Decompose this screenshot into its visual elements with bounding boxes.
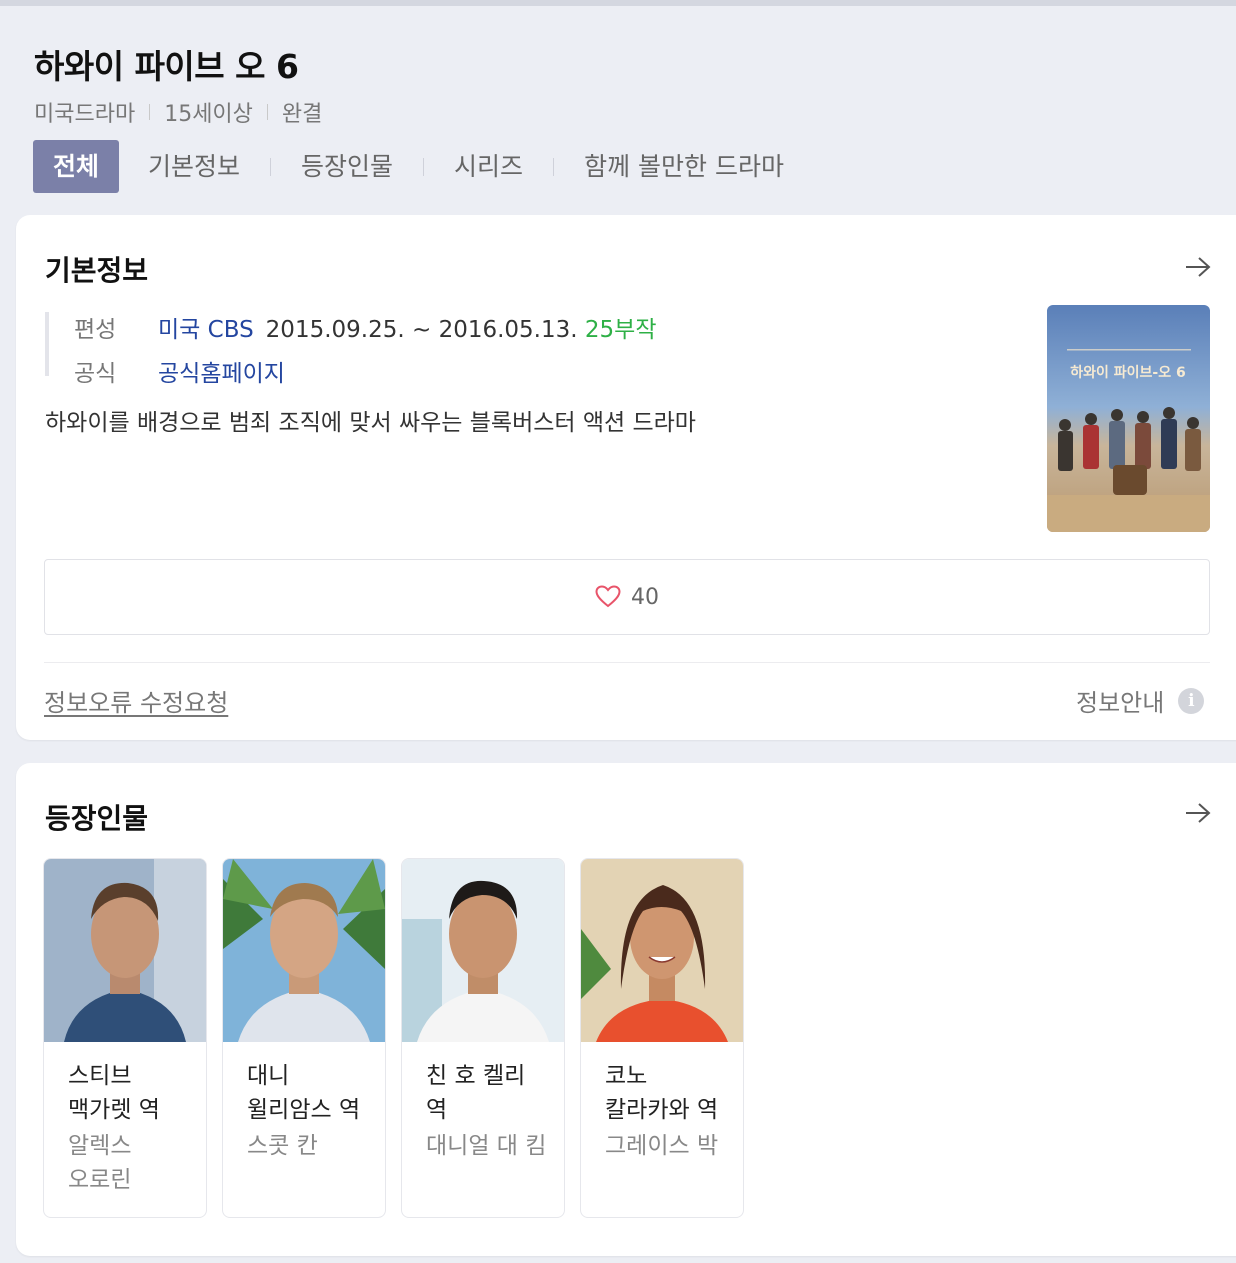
like-button[interactable]: 40 xyxy=(44,559,1210,635)
section-divider xyxy=(44,662,1210,663)
official-homepage-link[interactable]: 공식홈페이지 xyxy=(158,361,285,387)
report-error-link[interactable]: 정보오류 수정요청 xyxy=(44,683,228,718)
official-key: 공식 xyxy=(74,361,117,387)
broadcast-channel-link[interactable]: 미국 CBS xyxy=(158,317,254,343)
basic-info-heading[interactable]: 기본정보 xyxy=(45,249,148,289)
cast-photo xyxy=(223,859,385,1042)
info-accent-bar xyxy=(45,312,49,376)
tab-characters[interactable]: 등장인물 xyxy=(299,140,395,193)
tab-divider xyxy=(270,157,272,176)
top-border xyxy=(0,0,1236,6)
broadcast-dates: 2015.09.25. ~ 2016.05.13. xyxy=(265,317,578,343)
cast-role: 대니 윌리암스 역 xyxy=(247,1063,361,1123)
cast-card[interactable]: 친 호 켈리 역 대니얼 대 킴 xyxy=(401,858,565,1218)
broadcast-key: 편성 xyxy=(74,317,117,343)
basic-info-card: 기본정보 편성 미국 CBS 2015.09.25. ~ 2016.05.13. 2… xyxy=(16,215,1236,740)
info-icon: i xyxy=(1178,687,1205,714)
cast-actor: 대니얼 대 킴 xyxy=(426,1133,547,1159)
like-count: 40 xyxy=(631,584,659,610)
characters-heading[interactable]: 등장인물 xyxy=(45,797,148,837)
meta-divider xyxy=(149,104,151,120)
meta-divider xyxy=(266,104,268,120)
episode-count: 25부작 xyxy=(584,317,657,343)
cast-photo xyxy=(581,859,743,1042)
cast-card[interactable]: 코노 칼라카와 역 그레이스 박 xyxy=(580,858,744,1218)
cast-card[interactable]: 대니 윌리암스 역 스콧 칸 xyxy=(222,858,386,1218)
tab-divider xyxy=(423,157,425,176)
cast-actor: 스콧 칸 xyxy=(247,1133,318,1159)
page-title: 하와이 파이브 오 6 xyxy=(34,47,299,86)
cast-role: 친 호 켈리 역 xyxy=(426,1063,526,1123)
drama-poster[interactable]: 하와이 파이브-오 6 xyxy=(1047,305,1210,532)
drama-description: 하와이를 배경으로 범죄 조직에 맞서 싸우는 블록버스터 액션 드라마 xyxy=(45,410,696,436)
arrow-right-icon[interactable] xyxy=(1183,255,1213,279)
cast-actor: 알렉스 오로린 xyxy=(68,1133,132,1193)
meta-genre: 미국드라마 xyxy=(34,102,136,127)
broadcast-row: 편성 미국 CBS 2015.09.25. ~ 2016.05.13. 25부작 xyxy=(74,310,656,344)
tab-divider xyxy=(553,157,555,176)
cast-role: 스티브 맥가렛 역 xyxy=(68,1063,160,1123)
cast-photo xyxy=(44,859,206,1042)
cast-actor: 그레이스 박 xyxy=(605,1133,719,1159)
tab-series[interactable]: 시리즈 xyxy=(452,140,525,193)
title-meta: 미국드라마 15세이상 완결 xyxy=(34,96,322,128)
tab-related-dramas[interactable]: 함께 볼만한 드라마 xyxy=(582,140,786,193)
cast-role: 코노 칼라카와 역 xyxy=(605,1063,719,1123)
poster-title: 하와이 파이브-오 6 xyxy=(1070,364,1185,381)
official-row: 공식 공식홈페이지 xyxy=(74,354,285,388)
heart-icon xyxy=(595,585,621,608)
cast-card[interactable]: 스티브 맥가렛 역 알렉스 오로린 xyxy=(43,858,207,1218)
cast-photo xyxy=(402,859,564,1042)
info-guide-label: 정보안내 xyxy=(1076,689,1165,717)
arrow-right-icon[interactable] xyxy=(1183,801,1213,825)
meta-rating: 15세이상 xyxy=(164,102,253,127)
tab-all[interactable]: 전체 xyxy=(33,140,120,193)
tab-bar: 전체 기본정보 등장인물 시리즈 함께 볼만한 드라마 xyxy=(33,140,786,193)
characters-card: 등장인물 스티브 맥가렛 역 알렉스 오로린 대니 윌리암스 역 스콧 칸 친 … xyxy=(16,763,1236,1256)
tab-basic-info[interactable]: 기본정보 xyxy=(146,140,242,193)
meta-status: 완결 xyxy=(281,102,323,127)
info-guide-button[interactable]: 정보안내 i xyxy=(1076,683,1205,718)
